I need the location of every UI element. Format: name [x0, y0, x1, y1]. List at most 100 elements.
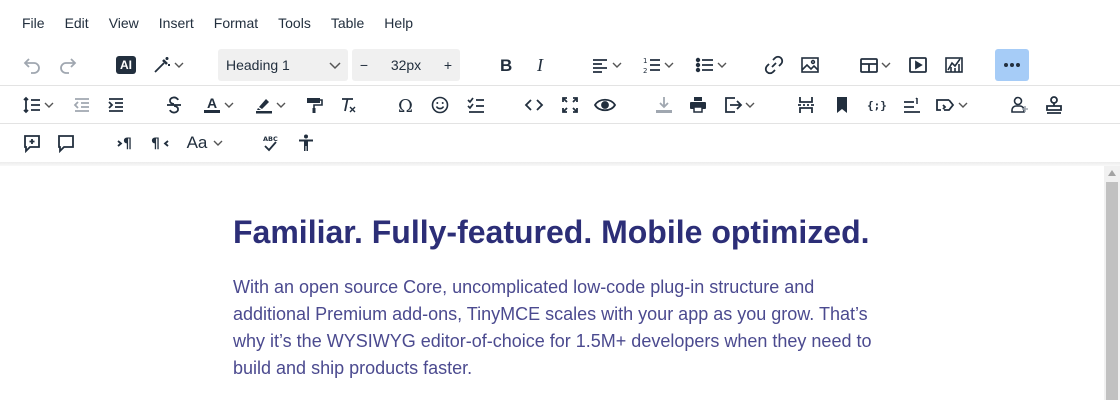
chevron-down-icon [717, 62, 727, 68]
outdent-button[interactable] [66, 89, 98, 121]
rtl-button[interactable]: ¶ [144, 127, 176, 159]
anchor-button[interactable] [826, 89, 858, 121]
toolbar-row-2: A Ω {;} [0, 85, 1120, 123]
content-heading[interactable]: Familiar. Fully-featured. Mobile optimiz… [233, 214, 870, 251]
format-painter-button[interactable] [298, 89, 330, 121]
footnotes-button[interactable] [896, 89, 928, 121]
export-button[interactable] [716, 89, 762, 121]
chart-icon [945, 57, 963, 73]
ai-icon: AI [116, 56, 136, 74]
menu-tools[interactable]: Tools [268, 11, 321, 35]
numbered-list-button[interactable]: 12 [634, 49, 682, 81]
chevron-down-icon [612, 62, 622, 68]
special-character-button[interactable]: Ω [390, 89, 422, 121]
emoticons-button[interactable] [424, 89, 456, 121]
ltr-icon: ¶ [117, 136, 132, 152]
image-button[interactable] [794, 49, 826, 81]
bullet-list-button[interactable] [688, 49, 734, 81]
fullscreen-button[interactable] [554, 89, 586, 121]
chevron-down-icon [745, 102, 755, 108]
menu-view[interactable]: View [99, 11, 149, 35]
more-toolbar-button[interactable] [995, 49, 1029, 81]
text-color-button[interactable]: A [194, 89, 242, 121]
editor-content-area[interactable]: Familiar. Fully-featured. Mobile optimiz… [0, 166, 1104, 400]
ai-magic-button[interactable] [146, 49, 190, 81]
indent-button[interactable] [100, 89, 132, 121]
print-button[interactable] [682, 89, 714, 121]
menu-insert[interactable]: Insert [149, 11, 204, 35]
export-icon [725, 97, 743, 113]
comment-add-icon [24, 135, 40, 153]
outdent-icon [73, 98, 89, 112]
redo-button[interactable] [52, 49, 84, 81]
block-format-value: Heading 1 [226, 57, 290, 73]
vertical-scrollbar[interactable] [1104, 166, 1120, 400]
stamp-button[interactable] [1038, 89, 1070, 121]
save-button[interactable] [648, 89, 680, 121]
undo-button[interactable] [16, 49, 48, 81]
menu-table[interactable]: Table [321, 11, 374, 35]
accessibility-checker-button[interactable] [290, 127, 322, 159]
comments-button[interactable] [50, 127, 82, 159]
source-code-button[interactable] [518, 89, 550, 121]
chevron-down-icon [276, 102, 286, 108]
magic-wand-icon [154, 57, 170, 73]
italic-icon: I [536, 56, 544, 74]
bold-button[interactable]: B [490, 49, 522, 81]
bullet-list-icon [695, 57, 713, 73]
chevron-down-icon [174, 62, 184, 68]
strikethrough-button[interactable] [158, 89, 190, 121]
highlighter-icon [256, 99, 272, 114]
add-comment-button[interactable] [16, 127, 48, 159]
checklist-button[interactable] [460, 89, 492, 121]
block-format-select[interactable]: Heading 1 [218, 49, 348, 81]
svg-text:{;}: {;} [867, 99, 887, 112]
highlight-color-button[interactable] [246, 89, 294, 121]
bold-icon: B [500, 56, 512, 74]
menu-format[interactable]: Format [204, 11, 268, 35]
ltr-button[interactable]: ¶ [110, 127, 142, 159]
add-signature-button[interactable] [1004, 89, 1036, 121]
ai-assistant-button[interactable]: AI [110, 49, 142, 81]
content-paragraph[interactable]: With an open source Core, uncomplicated … [233, 274, 893, 382]
comment-icon [58, 135, 74, 153]
font-size-increase-button[interactable]: + [436, 49, 460, 81]
chevron-down-icon [329, 62, 341, 70]
table-button[interactable] [852, 49, 898, 81]
line-height-button[interactable] [16, 89, 60, 121]
scroll-up-arrow-icon[interactable] [1108, 170, 1116, 176]
clear-formatting-button[interactable] [332, 89, 364, 121]
insert-template-button[interactable] [928, 89, 974, 121]
font-size-input[interactable]: 32px [376, 57, 436, 73]
omega-icon: Ω [398, 96, 413, 115]
svg-text:2: 2 [643, 67, 647, 75]
svg-text:I: I [536, 56, 544, 74]
accessibility-icon [299, 134, 313, 151]
fullscreen-icon [562, 97, 578, 113]
rtl-icon: ¶ [151, 136, 169, 152]
download-icon [656, 97, 672, 113]
chart-button[interactable] [938, 49, 970, 81]
svg-text:A: A [207, 95, 217, 111]
change-case-button[interactable]: Aa [180, 127, 230, 159]
link-button[interactable] [758, 49, 790, 81]
chevron-down-icon [44, 102, 54, 108]
preview-button[interactable] [588, 89, 622, 121]
toolbar-row-1: AI Heading 1 − 32px + B I 12 [0, 46, 1120, 84]
line-height-icon [23, 96, 40, 114]
menu-file[interactable]: File [12, 11, 55, 35]
media-button[interactable] [902, 49, 934, 81]
align-button[interactable] [584, 49, 628, 81]
template-icon [936, 99, 955, 111]
menu-help[interactable]: Help [374, 11, 423, 35]
font-size-decrease-button[interactable]: − [352, 49, 376, 81]
menu-edit[interactable]: Edit [55, 11, 99, 35]
italic-button[interactable]: I [526, 49, 558, 81]
numbered-list-icon: 12 [643, 57, 660, 75]
scroll-thumb[interactable] [1106, 182, 1118, 400]
code-icon [524, 99, 544, 111]
video-play-icon [909, 57, 927, 73]
merge-tags-button[interactable]: {;} [860, 89, 894, 121]
spellcheck-button[interactable]: ABC [254, 127, 286, 159]
page-break-button[interactable] [790, 89, 822, 121]
